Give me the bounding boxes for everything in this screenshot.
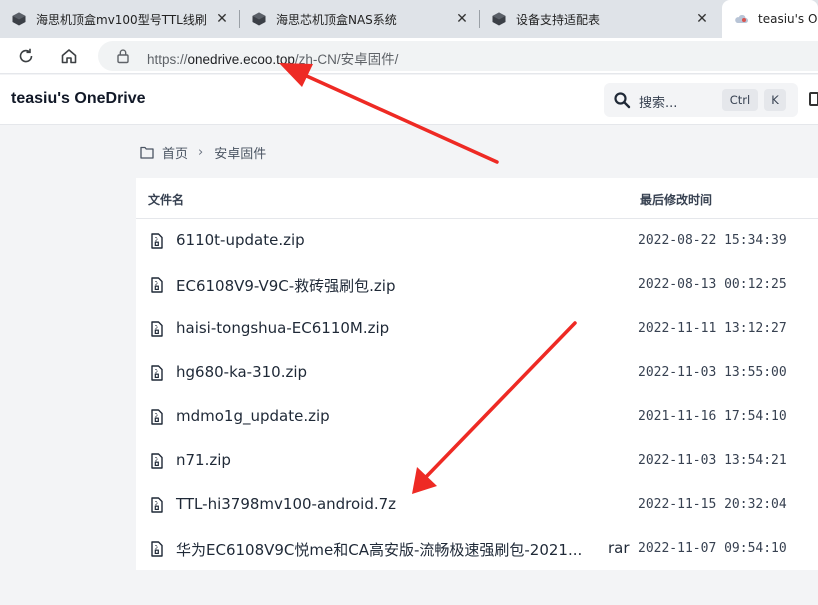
- column-header-name[interactable]: 文件名: [148, 191, 184, 208]
- file-name[interactable]: 6110t-update.zip: [176, 231, 305, 249]
- tab-title: teasiu's OneDrive: [758, 12, 818, 26]
- header-action-icon[interactable]: [809, 92, 818, 106]
- file-row[interactable]: EC6108V9-V9C-救砖强刷包.zip 2022-08-13 00:12:…: [136, 263, 818, 307]
- file-name[interactable]: haisi-tongshua-EC6110M.zip: [176, 319, 389, 337]
- file-list-header: 文件名 最后修改时间: [136, 178, 818, 219]
- file-name[interactable]: EC6108V9-V9C-救砖强刷包.zip: [176, 275, 396, 296]
- column-header-modified[interactable]: 最后修改时间: [640, 191, 712, 208]
- file-modified-time: 2022-11-03 13:55:00: [638, 365, 787, 380]
- file-row[interactable]: TTL-hi3798mv100-android.7z 2022-11-15 20…: [136, 483, 818, 527]
- file-modified-time: 2022-11-03 13:54:21: [638, 453, 787, 468]
- browser-toolbar: https://onedrive.ecoo.top/zh-CN/安卓固件/: [0, 38, 818, 74]
- file-list-panel: 文件名 最后修改时间 6110t-update.zip 2022-08-22 1…: [136, 178, 818, 570]
- file-row[interactable]: hg680-ka-310.zip 2022-11-03 13:55:00: [136, 351, 818, 395]
- site-title[interactable]: teasiu's OneDrive: [11, 90, 146, 108]
- tab-title: 海思机顶盒mv100型号TTL线刷固件: [36, 12, 206, 27]
- home-icon: [61, 49, 77, 64]
- url-host: onedrive.ecoo.top: [187, 52, 295, 67]
- breadcrumb-current[interactable]: 安卓固件: [214, 143, 266, 162]
- url-path: /zh-CN/安卓固件/: [294, 52, 399, 67]
- close-tab-icon[interactable]: ✕: [214, 11, 230, 27]
- browser-tab-strip: 海思机顶盒mv100型号TTL线刷固件 ✕ 海思芯机顶盒NAS系统 ✕ 设备支持…: [0, 0, 818, 38]
- cube-icon: [12, 12, 26, 26]
- breadcrumb-home-link[interactable]: 首页: [162, 143, 188, 162]
- search-placeholder: 搜索...: [639, 96, 678, 111]
- file-zip-icon: [151, 497, 163, 513]
- home-button[interactable]: [57, 44, 81, 68]
- file-zip-icon: [151, 365, 163, 381]
- address-bar[interactable]: https://onedrive.ecoo.top/zh-CN/安卓固件/: [98, 41, 818, 71]
- close-tab-icon[interactable]: ✕: [694, 11, 710, 27]
- browser-tab-active[interactable]: teasiu's OneDrive: [722, 0, 818, 38]
- file-zip-icon: [151, 233, 163, 249]
- file-name[interactable]: hg680-ka-310.zip: [176, 363, 307, 381]
- file-row[interactable]: 6110t-update.zip 2022-08-22 15:34:39: [136, 219, 818, 263]
- file-zip-icon: [151, 409, 163, 425]
- folder-open-icon: [140, 146, 154, 159]
- file-row[interactable]: haisi-tongshua-EC6110M.zip 2022-11-11 13…: [136, 307, 818, 351]
- file-modified-time: 2022-11-15 20:32:04: [638, 497, 787, 512]
- file-modified-time: 2022-08-22 15:34:39: [638, 233, 787, 248]
- shortcut-k-key: K: [764, 89, 786, 111]
- file-row[interactable]: 华为EC6108V9C悦me和CA高安版-流畅极速强刷包-2021... rar…: [136, 527, 818, 571]
- tab-title: 设备支持适配表: [516, 12, 601, 27]
- file-name[interactable]: mdmo1g_update.zip: [176, 407, 330, 425]
- file-zip-icon: [151, 277, 163, 293]
- shortcut-ctrl-key: Ctrl: [722, 89, 758, 111]
- file-row[interactable]: n71.zip 2022-11-03 13:54:21: [136, 439, 818, 483]
- file-modified-time: 2022-08-13 00:12:25: [638, 277, 787, 292]
- browser-tab[interactable]: 海思机顶盒mv100型号TTL线刷固件 ✕: [0, 0, 240, 38]
- breadcrumb: 首页 › 安卓固件: [140, 142, 266, 162]
- file-modified-time: 2021-11-16 17:54:10: [638, 409, 787, 424]
- file-name[interactable]: 华为EC6108V9C悦me和CA高安版-流畅极速强刷包-2021...: [176, 539, 604, 560]
- browser-tab[interactable]: 设备支持适配表 ✕: [480, 0, 720, 38]
- search-button[interactable]: 搜索... Ctrl K: [604, 83, 798, 117]
- file-zip-icon: [151, 321, 163, 337]
- file-modified-time: 2022-11-07 09:54:10: [638, 541, 787, 556]
- onedrive-cloud-icon: [735, 15, 748, 23]
- file-name[interactable]: TTL-hi3798mv100-android.7z: [176, 495, 396, 513]
- chevron-right-icon: ›: [198, 144, 204, 160]
- file-zip-icon: [151, 541, 163, 557]
- cube-icon: [492, 12, 506, 26]
- app-header: teasiu's OneDrive 搜索... Ctrl K: [0, 75, 818, 125]
- browser-tab[interactable]: 海思芯机顶盒NAS系统 ✕: [240, 0, 480, 38]
- reload-button[interactable]: [14, 44, 38, 68]
- lock-icon[interactable]: [116, 48, 130, 64]
- file-zip-icon: [151, 453, 163, 469]
- url-text[interactable]: https://onedrive.ecoo.top/zh-CN/安卓固件/: [147, 48, 398, 68]
- tab-title: 海思芯机顶盒NAS系统: [276, 12, 397, 27]
- reload-icon: [19, 48, 33, 63]
- file-name[interactable]: n71.zip: [176, 451, 231, 469]
- close-tab-icon[interactable]: ✕: [454, 11, 470, 27]
- cube-icon: [252, 12, 266, 26]
- file-extension: rar: [608, 539, 630, 557]
- url-scheme: https://: [147, 52, 188, 67]
- file-modified-time: 2022-11-11 13:12:27: [638, 321, 787, 336]
- search-icon: [614, 92, 631, 109]
- file-row[interactable]: mdmo1g_update.zip 2021-11-16 17:54:10: [136, 395, 818, 439]
